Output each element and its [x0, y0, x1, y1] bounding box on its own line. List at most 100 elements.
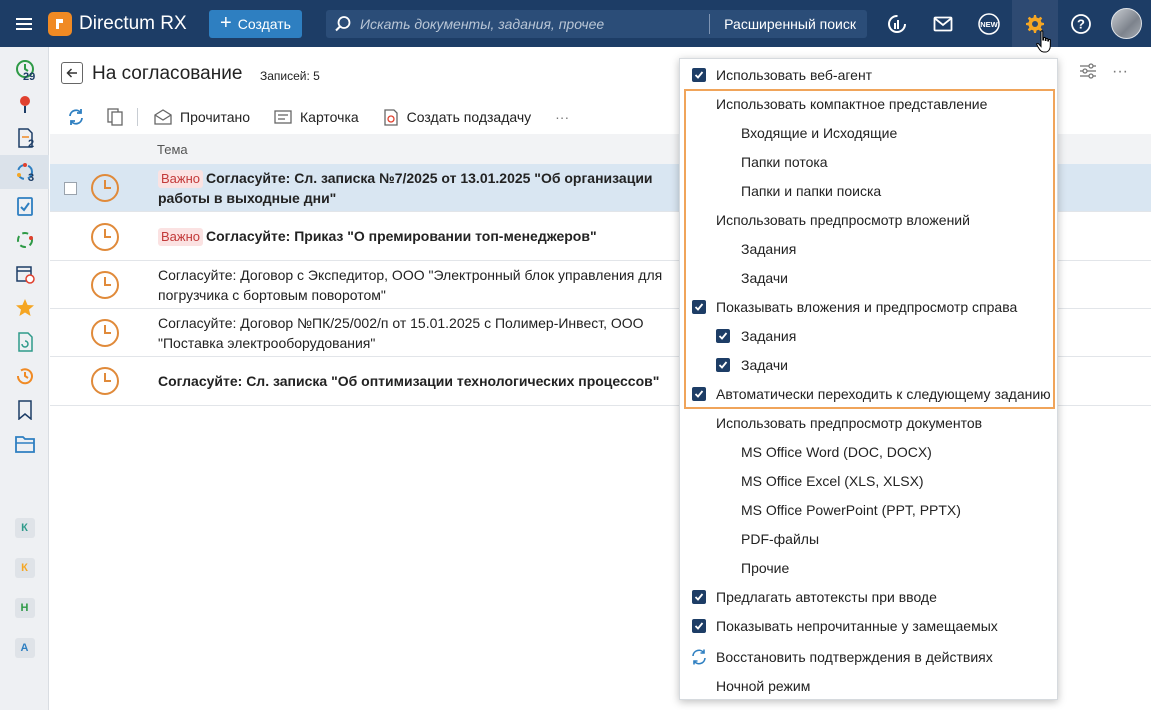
- create-subtask-button[interactable]: Создать подзадачу: [383, 102, 531, 132]
- sidebar-item-calendar[interactable]: [0, 257, 49, 291]
- advanced-search-button[interactable]: Расширенный поиск: [709, 14, 867, 34]
- toolbar-more-button[interactable]: ···: [555, 102, 569, 132]
- checkbox-checked-icon[interactable]: [692, 619, 706, 633]
- sidebar-item-favorites[interactable]: [0, 291, 49, 325]
- checkbox-checked-icon[interactable]: [692, 590, 706, 604]
- settings-menu-item[interactable]: Использовать веб-агент: [680, 60, 1059, 89]
- document-refresh-icon: [17, 332, 33, 352]
- settings-menu-item[interactable]: Показывать непрочитанные у замещаемых: [680, 611, 1059, 640]
- settings-menu-item[interactable]: Входящие и Исходящие: [680, 118, 1059, 147]
- settings-menu-item-label: Задания: [741, 327, 797, 344]
- checkbox-checked-icon[interactable]: [716, 358, 730, 372]
- settings-menu-item[interactable]: Ночной режим: [680, 671, 1059, 700]
- card-icon: [274, 110, 292, 124]
- settings-menu-item[interactable]: Использовать предпросмотр документов: [680, 408, 1059, 437]
- sidebar-item-history[interactable]: [0, 359, 49, 393]
- checkbox-checked-icon[interactable]: [716, 329, 730, 343]
- settings-menu-item-label: Прочие: [741, 559, 790, 576]
- settings-menu-item[interactable]: MS Office PowerPoint (PPT, PPTX): [680, 495, 1059, 524]
- toolbar: Прочитано Карточка Создать подзадачу ···: [50, 102, 569, 132]
- row-subject: Согласуйте: Договор №ПК/25/002/п от 15.0…: [158, 315, 644, 351]
- checkbox-checked-icon[interactable]: [692, 387, 706, 401]
- search-bar: Расширенный поиск: [326, 10, 867, 38]
- page-title: На согласование: [92, 63, 243, 84]
- settings-menu-item[interactable]: Прочие: [680, 553, 1059, 582]
- checkbox-checked-icon[interactable]: [692, 68, 706, 82]
- svg-text:?: ?: [1077, 16, 1085, 31]
- sidebar-item-processes[interactable]: [0, 223, 49, 257]
- settings-menu-item[interactable]: Папки и папки поиска: [680, 176, 1059, 205]
- sidebar-item-folders[interactable]: [0, 427, 49, 461]
- create-button[interactable]: + Создать: [209, 10, 302, 38]
- sidebar-item-bookmarks[interactable]: [0, 393, 49, 427]
- settings-menu-item[interactable]: Восстановить подтверждения в действиях: [680, 642, 1059, 671]
- sidebar-item-notices[interactable]: [0, 87, 49, 121]
- settings-menu-item-label: Использовать предпросмотр документов: [716, 414, 983, 431]
- back-button[interactable]: [61, 62, 83, 84]
- sidebar-item-refresh[interactable]: [0, 325, 49, 359]
- app-logo[interactable]: Directum RX: [48, 0, 187, 47]
- record-count: Записей: 5: [260, 69, 320, 83]
- search-icon: [326, 15, 360, 33]
- settings-menu-item-label: Задания: [741, 240, 797, 257]
- create-button-label: Создать: [237, 16, 291, 32]
- refresh-button[interactable]: [55, 102, 97, 132]
- settings-menu-item[interactable]: Предлагать автотексты при вводе: [680, 582, 1059, 611]
- settings-menu-item[interactable]: Задания: [680, 321, 1059, 350]
- user-avatar[interactable]: [1111, 8, 1142, 39]
- settings-menu-item-label: Показывать вложения и предпросмотр справ…: [716, 298, 1018, 315]
- settings-menu-item[interactable]: Задания: [680, 234, 1059, 263]
- row-subject: Важно Согласуйте: Сл. записка №7/2025 от …: [158, 168, 678, 208]
- refresh-icon: [690, 648, 708, 669]
- create-subtask-label: Создать подзадачу: [406, 109, 532, 125]
- sidebar-item-letter-3[interactable]: Н: [0, 591, 49, 625]
- copy-button[interactable]: [97, 102, 133, 132]
- menu-icon[interactable]: [0, 0, 48, 47]
- plus-icon: +: [220, 12, 232, 34]
- settings-menu-item[interactable]: Показывать вложения и предпросмотр справ…: [680, 292, 1059, 321]
- sidebar-item-documents[interactable]: 2: [0, 121, 49, 155]
- filter-settings-icon[interactable]: [1079, 63, 1097, 79]
- settings-menu-item[interactable]: Задачи: [680, 350, 1059, 379]
- checklist-icon: [16, 197, 33, 216]
- settings-menu-item[interactable]: Использовать предпросмотр вложений: [680, 205, 1059, 234]
- settings-menu-item[interactable]: Использовать компактное представление: [680, 89, 1059, 118]
- column-subject[interactable]: Тема: [157, 142, 188, 157]
- help-icon[interactable]: ?: [1058, 0, 1104, 47]
- card-button[interactable]: Карточка: [274, 102, 359, 132]
- settings-menu-item[interactable]: Папки потока: [680, 147, 1059, 176]
- settings-menu-item[interactable]: Автоматически переходить к следующему за…: [680, 379, 1059, 408]
- news-icon[interactable]: NEW: [966, 0, 1012, 47]
- clock-icon: [91, 319, 119, 347]
- mail-icon[interactable]: [920, 0, 966, 47]
- card-label: Карточка: [300, 109, 359, 125]
- settings-menu-item-label: Использовать предпросмотр вложений: [716, 211, 970, 228]
- settings-dropdown: Использовать веб-агент Использовать компа…: [679, 58, 1058, 700]
- row-checkbox[interactable]: [64, 182, 77, 195]
- mark-read-button[interactable]: Прочитано: [154, 102, 250, 132]
- toolbar-divider: [137, 108, 138, 126]
- sidebar-item-letter-4[interactable]: А: [0, 631, 49, 665]
- analytics-icon[interactable]: [874, 0, 920, 47]
- settings-menu-item-label: Восстановить подтверждения в действиях: [716, 648, 993, 665]
- sidebar-item-tasks[interactable]: 29: [0, 53, 49, 87]
- settings-menu-item[interactable]: PDF-файлы: [680, 524, 1059, 553]
- settings-menu-item-label: Папки и папки поиска: [741, 182, 882, 199]
- checkbox-checked-icon[interactable]: [692, 300, 706, 314]
- sidebar-item-letter-1[interactable]: К: [0, 511, 49, 545]
- more-options-icon[interactable]: ···: [1112, 63, 1128, 81]
- settings-menu-item[interactable]: Задачи: [680, 263, 1059, 292]
- bookmark-icon: [17, 400, 32, 420]
- sidebar-item-completed[interactable]: [0, 189, 49, 223]
- settings-menu-item-label: Автоматически переходить к следующему за…: [716, 385, 1051, 402]
- row-subject: Согласуйте: Сл. записка "Об оптимизации …: [158, 373, 660, 389]
- sidebar-item-letter-2[interactable]: К: [0, 551, 49, 585]
- search-input[interactable]: [360, 16, 710, 32]
- tasks-count-badge: 29: [23, 71, 36, 83]
- sidebar-item-approvals[interactable]: 3: [0, 155, 49, 189]
- settings-menu-item[interactable]: MS Office Word (DOC, DOCX): [680, 437, 1059, 466]
- settings-menu-item-label: MS Office Excel (XLS, XLSX): [741, 472, 924, 489]
- settings-menu-item[interactable]: MS Office Excel (XLS, XLSX): [680, 466, 1059, 495]
- refresh-icon: [69, 109, 83, 125]
- settings-menu-item-label: Использовать компактное представление: [716, 95, 988, 112]
